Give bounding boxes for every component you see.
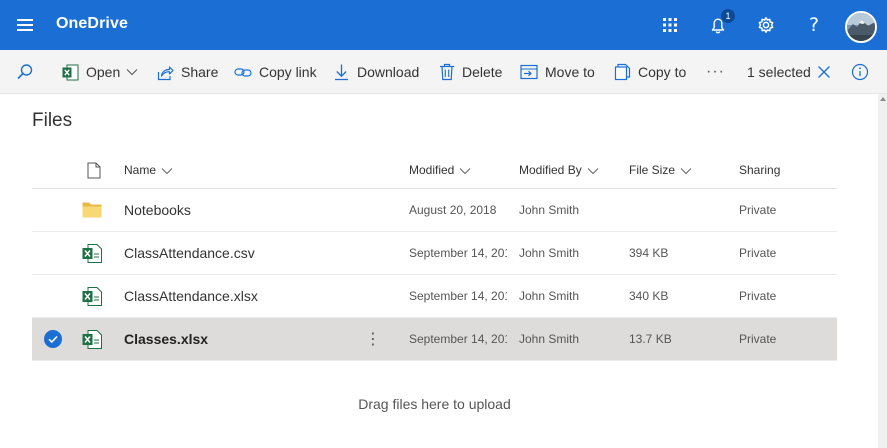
- chevron-down-icon: [587, 167, 599, 174]
- notification-badge: 1: [721, 9, 735, 23]
- more-icon: ···: [706, 63, 725, 80]
- move-icon: [520, 64, 538, 80]
- bell-icon[interactable]: 1: [702, 9, 735, 41]
- modified-date: August 20, 2018: [409, 203, 497, 217]
- file-size: 394 KB: [629, 246, 669, 260]
- command-bar: Open Share Copy link Download Delete Mov…: [0, 50, 887, 94]
- chevron-down-icon: [460, 167, 471, 174]
- download-label: Download: [357, 64, 420, 80]
- close-icon: [818, 66, 830, 78]
- modified-date: September 14, 201: [409, 289, 507, 303]
- modified-date: September 14, 201: [409, 246, 507, 260]
- trash-icon: [440, 63, 454, 81]
- modified-by: John Smith: [519, 246, 580, 260]
- row-checkbox[interactable]: [44, 330, 62, 348]
- column-header-file-size[interactable]: File Size: [629, 152, 692, 189]
- list-item[interactable]: ClassAttendance.xlsx September 14, 201 J…: [32, 275, 837, 318]
- copy-to-label: Copy to: [638, 64, 687, 80]
- apps-icon[interactable]: [654, 9, 686, 41]
- copy-link-button[interactable]: Copy link: [234, 50, 317, 94]
- list-item-selected[interactable]: Classes.xlsx ⋮ September 14, 201 John Sm…: [32, 318, 837, 361]
- file-size: 340 KB: [629, 289, 669, 303]
- list-item[interactable]: Notebooks August 20, 2018 John Smith Pri…: [32, 189, 837, 232]
- modified-by: John Smith: [519, 332, 580, 346]
- gear-icon[interactable]: [750, 9, 782, 41]
- more-commands-button[interactable]: ···: [706, 50, 725, 94]
- download-icon: [335, 64, 348, 81]
- more-actions-icon[interactable]: ⋮: [365, 318, 381, 361]
- share-icon: [157, 65, 174, 80]
- chevron-down-icon: [161, 167, 173, 174]
- info-icon: [851, 63, 869, 81]
- sharing-status: Private: [739, 246, 777, 260]
- modified-by: John Smith: [519, 203, 580, 217]
- excel-file-icon: [82, 330, 102, 349]
- list-header: Name Modified Modified By File Size Shar…: [32, 152, 837, 189]
- open-button[interactable]: Open: [62, 50, 138, 94]
- chevron-down-icon: [126, 69, 138, 76]
- app-header: OneDrive 1 ?: [0, 0, 887, 50]
- column-header-name[interactable]: Name: [124, 152, 173, 189]
- move-to-button[interactable]: Move to: [520, 50, 595, 94]
- page-title: Files: [32, 110, 73, 131]
- checkmark-icon: [48, 335, 58, 344]
- file-name[interactable]: Classes.xlsx: [124, 318, 208, 361]
- chevron-down-icon: [680, 167, 692, 174]
- sharing-status: Private: [739, 203, 777, 217]
- menu-icon[interactable]: [15, 17, 35, 33]
- column-header-modified-by[interactable]: Modified By: [519, 152, 599, 189]
- folder-icon: [82, 202, 102, 218]
- share-label: Share: [181, 64, 219, 80]
- vertical-scrollbar[interactable]: [878, 94, 887, 448]
- excel-icon: [62, 64, 79, 80]
- copy-link-label: Copy link: [259, 64, 317, 80]
- sharing-status: Private: [739, 289, 777, 303]
- selection-count: 1 selected: [747, 64, 811, 80]
- excel-file-icon: [82, 244, 102, 263]
- move-to-label: Move to: [545, 64, 595, 80]
- file-type-header-icon[interactable]: [87, 162, 101, 179]
- share-button[interactable]: Share: [157, 50, 218, 94]
- info-pane-button[interactable]: [851, 50, 876, 94]
- search-button[interactable]: [16, 50, 41, 94]
- file-name[interactable]: ClassAttendance.csv: [124, 232, 255, 275]
- upload-drop-hint: Drag files here to upload: [358, 396, 511, 412]
- copy-to-button[interactable]: Copy to: [614, 50, 686, 94]
- sharing-status: Private: [739, 332, 777, 346]
- search-icon: [17, 64, 33, 79]
- file-name[interactable]: Notebooks: [124, 189, 191, 232]
- column-header-sharing: Sharing: [739, 163, 781, 177]
- column-header-modified[interactable]: Modified: [409, 152, 471, 189]
- download-button[interactable]: Download: [333, 50, 419, 94]
- open-label: Open: [86, 64, 121, 80]
- file-size: 13.7 KB: [629, 332, 672, 346]
- modified-date: September 14, 201: [409, 332, 507, 346]
- modified-by: John Smith: [519, 289, 580, 303]
- file-name[interactable]: ClassAttendance.xlsx: [124, 275, 258, 318]
- list-item[interactable]: ClassAttendance.csv September 14, 201 Jo…: [32, 232, 837, 275]
- copy-icon: [614, 63, 631, 81]
- delete-button[interactable]: Delete: [439, 50, 502, 94]
- clear-selection-button[interactable]: [817, 50, 838, 94]
- app-brand[interactable]: OneDrive: [56, 15, 128, 33]
- avatar[interactable]: [845, 11, 877, 43]
- scroll-up-icon[interactable]: [880, 97, 886, 101]
- link-icon: [234, 67, 252, 77]
- excel-file-icon: [82, 287, 102, 306]
- delete-label: Delete: [462, 64, 503, 80]
- help-icon[interactable]: ?: [798, 9, 830, 41]
